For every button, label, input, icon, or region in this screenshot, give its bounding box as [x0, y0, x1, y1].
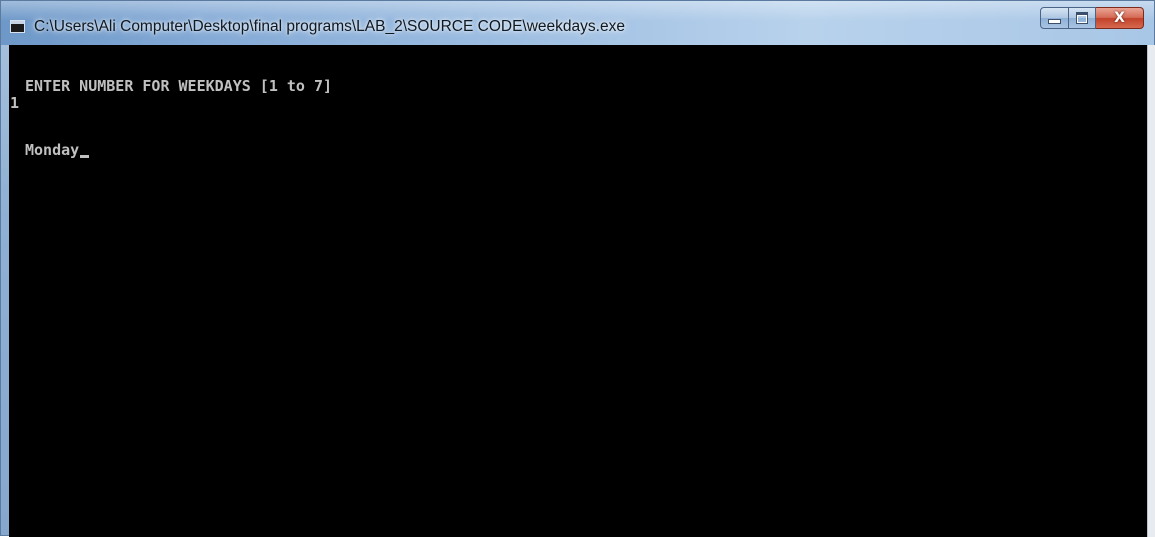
- close-button[interactable]: X: [1096, 7, 1144, 29]
- title-bar[interactable]: C:\Users\Ali Computer\Desktop\final prog…: [1, 1, 1154, 45]
- window-controls: X: [1040, 7, 1144, 29]
- output-line: Monday: [25, 141, 90, 159]
- minimize-button[interactable]: [1040, 7, 1069, 29]
- close-icon: X: [1114, 10, 1125, 26]
- maximize-icon: [1076, 12, 1088, 24]
- window-title: C:\Users\Ali Computer\Desktop\final prog…: [34, 18, 625, 35]
- vertical-scrollbar[interactable]: [1147, 45, 1155, 537]
- console-app-icon[interactable]: [10, 20, 25, 33]
- minimize-icon: [1048, 19, 1061, 24]
- text-cursor: [80, 155, 90, 158]
- maximize-button[interactable]: [1069, 7, 1096, 29]
- console-window: C:\Users\Ali Computer\Desktop\final prog…: [0, 0, 1155, 537]
- console-output[interactable]: ENTER NUMBER FOR WEEKDAYS [1 to 7] 1 Mon…: [9, 45, 1147, 537]
- input-line: 1: [10, 94, 20, 112]
- prompt-line: ENTER NUMBER FOR WEEKDAYS [1 to 7]: [25, 77, 333, 95]
- output-text: Monday: [25, 141, 80, 159]
